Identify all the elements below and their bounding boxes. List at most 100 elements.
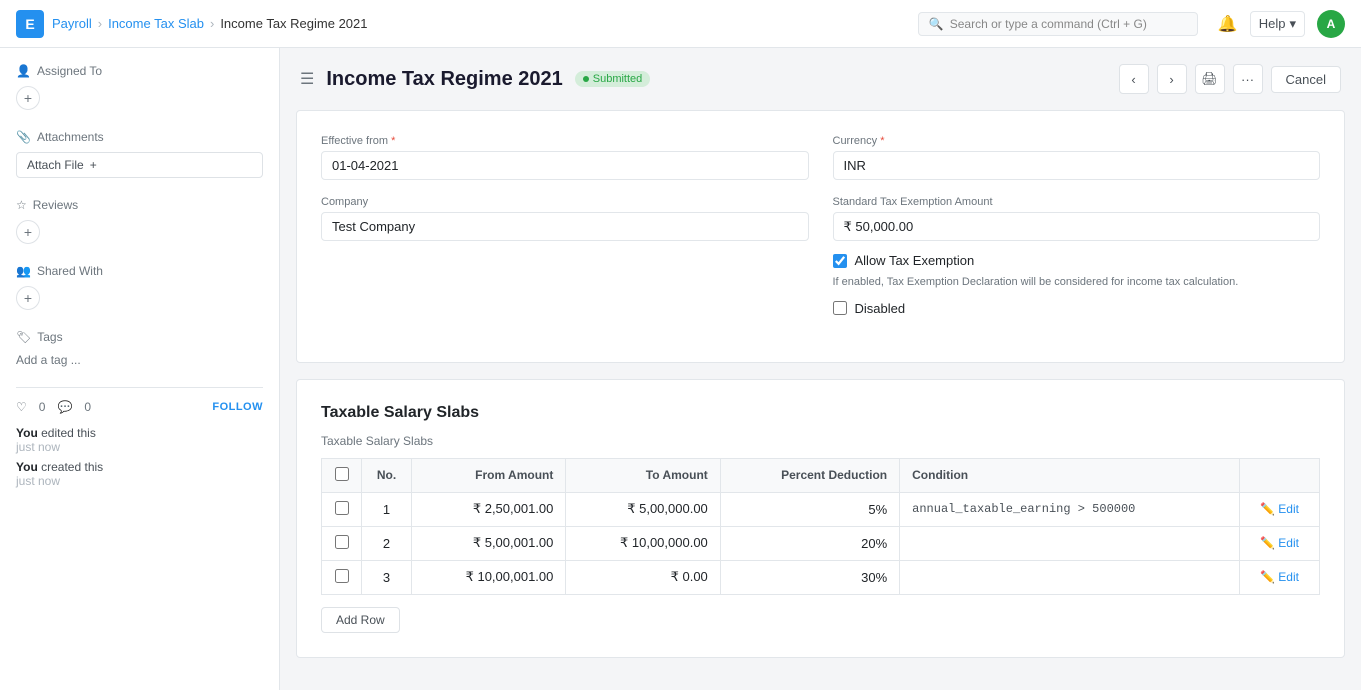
table-row: 3 ₹ 10,00,001.00 ₹ 0.00 30% ✏️ Edit [322, 560, 1320, 594]
row-checkbox-1[interactable] [335, 535, 349, 549]
table-subtitle: Taxable Salary Slabs [321, 434, 1320, 448]
row-percent-1: 20% [720, 526, 899, 560]
print-button[interactable]: 🖨 [1195, 64, 1225, 94]
paperclip-icon: 📎 [16, 130, 31, 144]
col-no: No. [362, 458, 412, 492]
shared-with-title: 👥 Shared With [16, 264, 263, 278]
page-container: 👤 Assigned To + 📎 Attachments Attach Fil… [0, 48, 1361, 690]
activity-time-1: just now [16, 440, 60, 454]
edit-button-2[interactable]: ✏️ Edit [1252, 570, 1307, 584]
status-badge: Submitted [575, 71, 651, 87]
row-checkbox-0[interactable] [335, 501, 349, 515]
table-section-title: Taxable Salary Slabs [321, 404, 1320, 422]
breadcrumb-income-tax-slab[interactable]: Income Tax Slab [108, 16, 204, 31]
row-to-0: ₹ 5,00,000.00 [566, 492, 720, 526]
page-actions: ‹ › 🖨 ··· Cancel [1119, 64, 1341, 94]
add-tag-link[interactable]: Add a tag ... [16, 353, 81, 367]
follow-button[interactable]: FOLLOW [212, 401, 263, 413]
search-icon: 🔍 [929, 17, 944, 31]
select-all-checkbox[interactable] [335, 467, 349, 481]
activity-time-2: just now [16, 474, 60, 488]
main-content: ☰ Income Tax Regime 2021 Submitted ‹ › 🖨… [280, 48, 1361, 690]
allow-tax-hint: If enabled, Tax Exemption Declaration wi… [833, 274, 1321, 291]
row-no-1: 2 [362, 526, 412, 560]
page-header: ☰ Income Tax Regime 2021 Submitted ‹ › 🖨… [296, 64, 1345, 94]
app-logo: E [16, 10, 44, 38]
status-dot [583, 76, 589, 82]
form-row-2: Company Standard Tax Exemption Amount Al… [321, 196, 1320, 322]
tags-title: 🏷 Tags [16, 330, 263, 344]
sidebar: 👤 Assigned To + 📎 Attachments Attach Fil… [0, 48, 280, 690]
row-from-2: ₹ 10,00,001.00 [412, 560, 566, 594]
standard-tax-input[interactable] [833, 212, 1321, 241]
tags-section: 🏷 Tags Add a tag ... [16, 330, 263, 367]
reviews-title: ☆ Reviews [16, 198, 263, 212]
likes-count: 0 [39, 400, 46, 414]
row-action-2: ✏️ Edit [1240, 560, 1320, 594]
currency-label: Currency * [833, 135, 1321, 147]
standard-tax-group: Standard Tax Exemption Amount Allow Tax … [833, 196, 1321, 322]
assigned-to-section: 👤 Assigned To + [16, 64, 263, 110]
menu-icon[interactable]: ☰ [300, 69, 314, 89]
disabled-checkbox[interactable] [833, 301, 847, 315]
salary-slabs-table: No. From Amount To Amount Percent Deduct… [321, 458, 1320, 595]
add-review-button[interactable]: + [16, 220, 40, 244]
tag-icon: 🏷 [16, 330, 31, 344]
company-input[interactable] [321, 212, 809, 241]
allow-tax-checkbox[interactable] [833, 254, 847, 268]
attachments-title: 📎 Attachments [16, 130, 263, 144]
form-card: Effective from * Currency * Company [296, 110, 1345, 363]
company-label: Company [321, 196, 809, 208]
col-from-amount: From Amount [412, 458, 566, 492]
row-from-0: ₹ 2,50,001.00 [412, 492, 566, 526]
activity-user-1: You [16, 426, 38, 440]
search-bar[interactable]: 🔍 Search or type a command (Ctrl + G) [918, 12, 1198, 36]
col-actions [1240, 458, 1320, 492]
row-condition-1 [900, 526, 1240, 560]
attach-file-button[interactable]: Attach File + [16, 152, 263, 178]
attachments-section: 📎 Attachments Attach File + [16, 130, 263, 178]
activity-action-1: edited this [41, 426, 96, 440]
activity-action-2: created this [41, 460, 103, 474]
row-checkbox-2[interactable] [335, 569, 349, 583]
prev-button[interactable]: ‹ [1119, 64, 1149, 94]
more-options-button[interactable]: ··· [1233, 64, 1263, 94]
row-from-1: ₹ 5,00,001.00 [412, 526, 566, 560]
topbar-right: 🔔 Help ▾ A [1218, 10, 1345, 38]
notification-bell-icon[interactable]: 🔔 [1218, 14, 1238, 34]
currency-group: Currency * [833, 135, 1321, 180]
col-checkbox [322, 458, 362, 492]
add-shared-button[interactable]: + [16, 286, 40, 310]
page-title: Income Tax Regime 2021 [326, 68, 562, 91]
disabled-row: Disabled [833, 301, 1321, 316]
table-row: 1 ₹ 2,50,001.00 ₹ 5,00,000.00 5% annual_… [322, 492, 1320, 526]
currency-input[interactable] [833, 151, 1321, 180]
cancel-button[interactable]: Cancel [1271, 66, 1341, 93]
next-button[interactable]: › [1157, 64, 1187, 94]
breadcrumb-sep-1: › [98, 16, 102, 31]
avatar[interactable]: A [1317, 10, 1345, 38]
shared-with-section: 👥 Shared With + [16, 264, 263, 310]
activity-section: ♡ 0 💬 0 FOLLOW You edited this just now … [16, 387, 263, 488]
edit-button-1[interactable]: ✏️ Edit [1252, 536, 1307, 550]
breadcrumb: Payroll › Income Tax Slab › Income Tax R… [52, 16, 368, 31]
activity-log-2: You created this just now [16, 460, 263, 488]
effective-from-input[interactable] [321, 151, 809, 180]
edit-button-0[interactable]: ✏️ Edit [1252, 502, 1307, 516]
assigned-to-title: 👤 Assigned To [16, 64, 263, 78]
breadcrumb-current: Income Tax Regime 2021 [220, 16, 367, 31]
activity-log-1: You edited this just now [16, 426, 263, 454]
allow-tax-row: Allow Tax Exemption [833, 253, 1321, 268]
add-row-button[interactable]: Add Row [321, 607, 400, 633]
user-icon: 👤 [16, 64, 31, 78]
add-assigned-button[interactable]: + [16, 86, 40, 110]
help-button[interactable]: Help ▾ [1250, 11, 1305, 37]
search-placeholder-text: Search or type a command (Ctrl + G) [950, 17, 1147, 31]
row-to-2: ₹ 0.00 [566, 560, 720, 594]
row-no-0: 1 [362, 492, 412, 526]
star-icon: ☆ [16, 198, 27, 212]
row-checkbox-cell [322, 526, 362, 560]
currency-required-star: * [880, 135, 884, 147]
breadcrumb-payroll[interactable]: Payroll [52, 16, 92, 31]
col-to-amount: To Amount [566, 458, 720, 492]
